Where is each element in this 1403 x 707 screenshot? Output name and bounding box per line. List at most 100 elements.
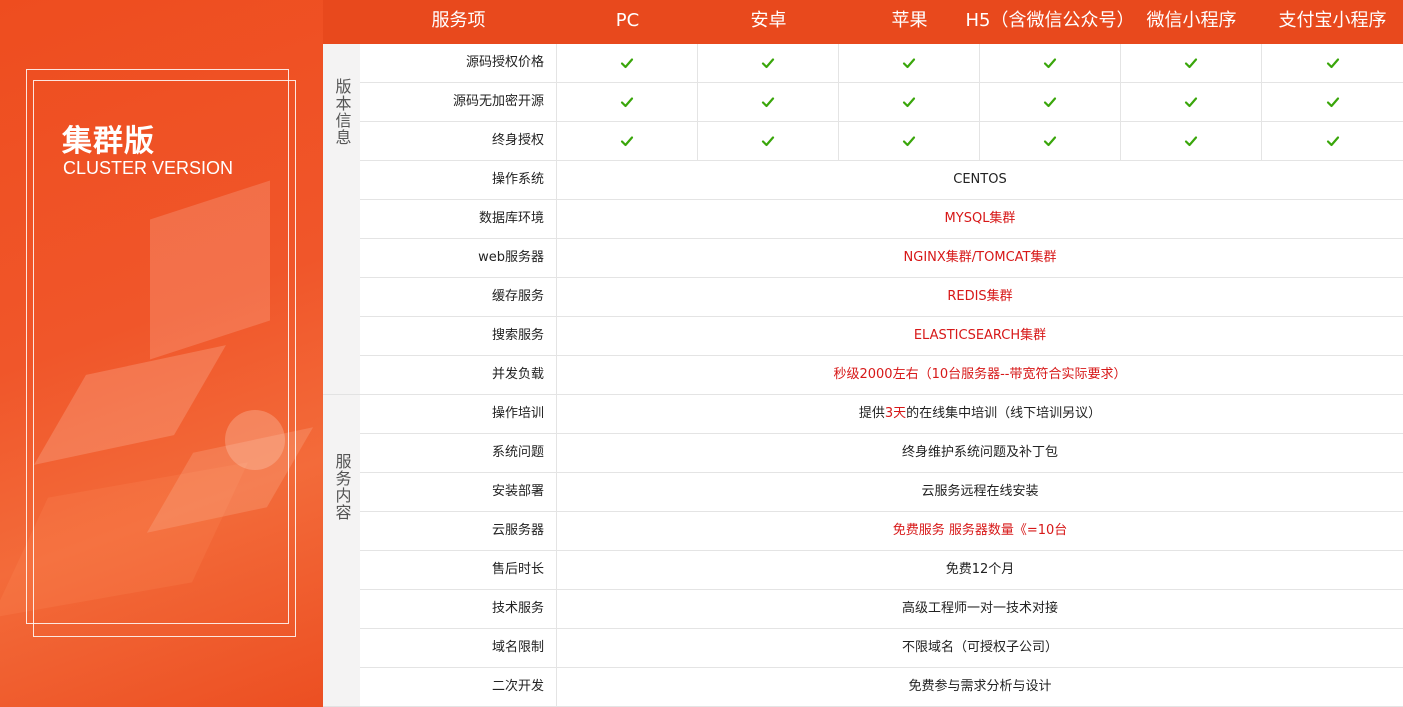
- table-cell: [698, 122, 839, 160]
- table-cell: [980, 122, 1121, 160]
- row-label: 操作系统: [360, 161, 557, 199]
- row-label: 安装部署: [360, 473, 557, 511]
- table-row: 云服务器 免费服务 服务器数量《=10台: [360, 512, 1403, 551]
- table-cell: [980, 44, 1121, 82]
- check-icon: [1326, 136, 1339, 147]
- row-label: 数据库环境: [360, 200, 557, 238]
- check-icon: [1184, 58, 1198, 69]
- row-value: NGINX集群/TOMCAT集群: [903, 250, 1057, 265]
- table-cell: [557, 122, 698, 160]
- comparison-table: 服务项 PC 安卓 苹果 H5（含微信公众号） 微信小程序 支付宝小程序 源码授…: [360, 0, 1403, 707]
- row-value: 免费服务 服务器数量《=10台: [892, 523, 1068, 538]
- check-icon: [1184, 136, 1198, 147]
- table-cell: [698, 83, 839, 121]
- row-label: 终身授权: [360, 122, 557, 160]
- table-row: 源码授权价格: [360, 44, 1403, 83]
- value-text: 的在线集中培训（线下培训另议）: [906, 406, 1102, 421]
- table-row: 数据库环境 MYSQL集群: [360, 200, 1403, 239]
- header-ios: 苹果: [891, 10, 928, 31]
- check-icon: [1043, 136, 1057, 147]
- row-label: 二次开发: [360, 668, 557, 706]
- group-label: 版本信息: [332, 78, 352, 146]
- table-row: 搜索服务 ELASTICSEARCH集群: [360, 317, 1403, 356]
- row-label: 云服务器: [360, 512, 557, 550]
- row-value: 终身维护系统问题及补丁包: [901, 445, 1058, 460]
- group-service-content: 服务内容: [323, 395, 360, 707]
- table-cell: [1121, 44, 1262, 82]
- row-value: MYSQL集群: [944, 211, 1016, 226]
- table-row: 安装部署 云服务远程在线安装: [360, 473, 1403, 512]
- row-value: 免费12个月: [945, 562, 1015, 577]
- table-row: 操作系统 CENTOS: [360, 161, 1403, 200]
- check-icon: [1043, 97, 1057, 108]
- table-cell: [698, 44, 839, 82]
- table-cell: [839, 44, 980, 82]
- row-label: web服务器: [360, 239, 557, 277]
- row-label: 技术服务: [360, 590, 557, 628]
- row-label: 源码授权价格: [360, 44, 557, 82]
- check-icon: [620, 97, 634, 108]
- check-icon: [761, 58, 775, 69]
- table-row: web服务器 NGINX集群/TOMCAT集群: [360, 239, 1403, 278]
- check-icon: [1326, 58, 1339, 69]
- row-label: 源码无加密开源: [360, 83, 557, 121]
- header-alipay-mini: 支付宝小程序: [1278, 10, 1387, 31]
- table-cell: [1262, 122, 1403, 160]
- table-row: 售后时长 免费12个月: [360, 551, 1403, 590]
- row-value: 秒级2000左右（10台服务器--带宽符合实际要求）: [833, 367, 1127, 382]
- row-label: 操作培训: [360, 395, 557, 433]
- row-value: 提供3天的在线集中培训（线下培训另议）: [557, 395, 1403, 433]
- row-label: 系统问题: [360, 434, 557, 472]
- table-row: 二次开发 免费参与需求分析与设计: [360, 668, 1403, 707]
- row-value: REDIS集群: [947, 289, 1013, 304]
- table-row: 域名限制 不限域名（可授权子公司）: [360, 629, 1403, 668]
- check-icon: [620, 136, 634, 147]
- check-icon: [902, 58, 916, 69]
- table-header: 服务项 PC 安卓 苹果 H5（含微信公众号） 微信小程序 支付宝小程序: [360, 0, 1403, 44]
- hero-panel: 集群版 CLUSTER VERSION: [0, 0, 323, 707]
- hero-title: 集群版: [62, 124, 155, 159]
- table-row: 操作培训 提供3天的在线集中培训（线下培训另议）: [360, 395, 1403, 434]
- header-android: 安卓: [750, 10, 787, 31]
- table-row: 缓存服务 REDIS集群: [360, 278, 1403, 317]
- table-cell: [1262, 44, 1403, 82]
- group-label: 服务内容: [332, 453, 352, 521]
- check-icon: [902, 136, 916, 147]
- table-row: 并发负载 秒级2000左右（10台服务器--带宽符合实际要求）: [360, 356, 1403, 395]
- check-icon: [1184, 97, 1198, 108]
- row-label: 域名限制: [360, 629, 557, 667]
- group-header-cell: [323, 0, 360, 44]
- group-column: 版本信息 服务内容: [323, 0, 360, 707]
- row-value: 云服务远程在线安装: [921, 484, 1039, 499]
- row-value: ELASTICSEARCH集群: [913, 328, 1047, 343]
- row-label: 并发负载: [360, 356, 557, 394]
- header-wechat-mini: 微信小程序: [1146, 10, 1237, 31]
- table-cell: [980, 83, 1121, 121]
- value-text: 提供: [858, 406, 885, 421]
- table-cell: [839, 83, 980, 121]
- check-icon: [761, 97, 775, 108]
- table-row: 源码无加密开源: [360, 83, 1403, 122]
- row-label: 售后时长: [360, 551, 557, 589]
- check-icon: [1326, 97, 1339, 108]
- row-value: 高级工程师一对一技术对接: [901, 601, 1058, 616]
- hero-subtitle: CLUSTER VERSION: [63, 158, 234, 178]
- table-cell: [1121, 122, 1262, 160]
- row-label: 搜索服务: [360, 317, 557, 355]
- table-cell: [557, 83, 698, 121]
- group-version-info: 版本信息: [323, 44, 360, 395]
- check-icon: [902, 97, 916, 108]
- table-cell: [1262, 83, 1403, 121]
- check-icon: [761, 136, 775, 147]
- row-value: 免费参与需求分析与设计: [908, 679, 1052, 694]
- table-row: 系统问题 终身维护系统问题及补丁包: [360, 434, 1403, 473]
- table-cell: [839, 122, 980, 160]
- check-icon: [1043, 58, 1057, 69]
- row-label: 缓存服务: [360, 278, 557, 316]
- highlight-text: 3天: [884, 406, 907, 421]
- table-cell: [557, 44, 698, 82]
- table-cell: [1121, 83, 1262, 121]
- row-value: CENTOS: [953, 172, 1007, 187]
- header-pc: PC: [615, 10, 640, 31]
- check-icon: [620, 58, 634, 69]
